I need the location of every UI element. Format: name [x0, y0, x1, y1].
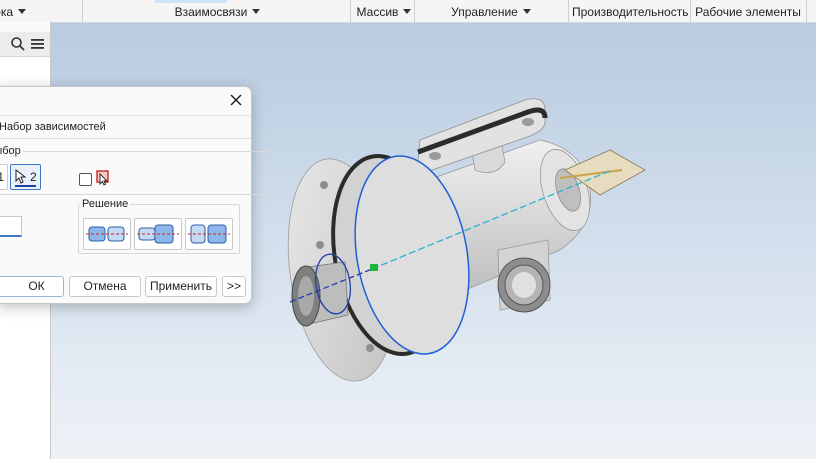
axis-midpoint-marker	[370, 264, 378, 271]
pick-part-first-icon	[95, 169, 111, 189]
solution-flush-icon	[137, 224, 179, 244]
search-icon[interactable]	[10, 36, 26, 55]
ribbon-tab-assembly[interactable]: Сборка	[0, 0, 28, 22]
ribbon-tab-manage[interactable]: Управление	[450, 0, 532, 22]
threaded-fitting-part[interactable]	[497, 239, 551, 313]
solution-aligned-button[interactable]	[185, 218, 233, 250]
select-1-button[interactable]: 1	[0, 164, 8, 190]
ribbon-tab-label: Управление	[451, 5, 518, 19]
solution-group-label: Решение	[80, 198, 131, 210]
selection-underline	[15, 185, 36, 187]
chevron-down-icon	[403, 9, 412, 14]
pick-part-first-checkbox[interactable]	[79, 173, 92, 186]
chevron-down-icon	[252, 9, 261, 14]
ribbon-tab-label: Массив	[356, 5, 399, 19]
solution-mate-button[interactable]	[83, 218, 131, 250]
more-options-label: >>	[226, 279, 241, 293]
ribbon-tab-relationships[interactable]: Взаимосвязи	[170, 0, 265, 22]
browser-toolbar	[0, 32, 50, 57]
constraint-dialog: Набор зависимостей Выбор 1 2 Решение	[0, 86, 271, 304]
ribbon-separator	[414, 0, 415, 22]
dialog-title-bar[interactable]	[0, 87, 251, 113]
cancel-button-label: Отмена	[83, 279, 127, 293]
ribbon-tab-pattern[interactable]: Массив	[355, 0, 413, 22]
selection-group-label: Выбор	[0, 145, 23, 157]
ribbon-separator	[82, 0, 83, 22]
ribbon-separator	[568, 0, 569, 22]
apply-button-label: Применить	[149, 279, 212, 293]
ribbon-tab-label: Рабочие элементы	[695, 5, 801, 19]
ribbon-separator	[806, 0, 807, 22]
close-icon[interactable]	[227, 91, 245, 109]
chevron-down-icon	[522, 9, 531, 14]
tab-constraint-set[interactable]: Набор зависимостей	[0, 121, 106, 133]
select-2-button[interactable]: 2	[10, 164, 41, 190]
ribbon-tab-productivity[interactable]: Производительность	[572, 0, 688, 22]
more-options-button[interactable]: >>	[222, 276, 246, 297]
select-1-label: 1	[0, 170, 4, 184]
apply-button[interactable]: Применить	[145, 276, 217, 297]
ok-button[interactable]: ОК	[0, 276, 64, 297]
ribbon-separator	[350, 0, 351, 22]
ribbon-separator	[690, 0, 691, 22]
ribbon-tab-label: Сборка	[0, 5, 14, 19]
solution-mate-icon	[86, 226, 128, 242]
ribbon-tab-bar: Сборка Взаимосвязи Массив Управление Про…	[0, 0, 816, 23]
cancel-button[interactable]: Отмена	[69, 276, 141, 297]
left-thread-part[interactable]	[291, 261, 349, 327]
ribbon-tab-label: Производительность	[572, 5, 689, 19]
menu-icon[interactable]	[30, 37, 45, 54]
cursor-arrow-icon	[15, 168, 27, 192]
solution-aligned-icon	[188, 224, 230, 244]
dialog-tab-row: Набор зависимостей	[0, 115, 251, 139]
solution-flush-button[interactable]	[134, 218, 182, 250]
ok-button-label: ОК	[28, 279, 45, 293]
offset-value-input[interactable]	[0, 216, 22, 237]
ribbon-tab-work-features[interactable]: Рабочие элементы	[695, 0, 801, 22]
ribbon-tab-label: Взаимосвязи	[174, 5, 248, 19]
chevron-down-icon	[18, 9, 27, 14]
